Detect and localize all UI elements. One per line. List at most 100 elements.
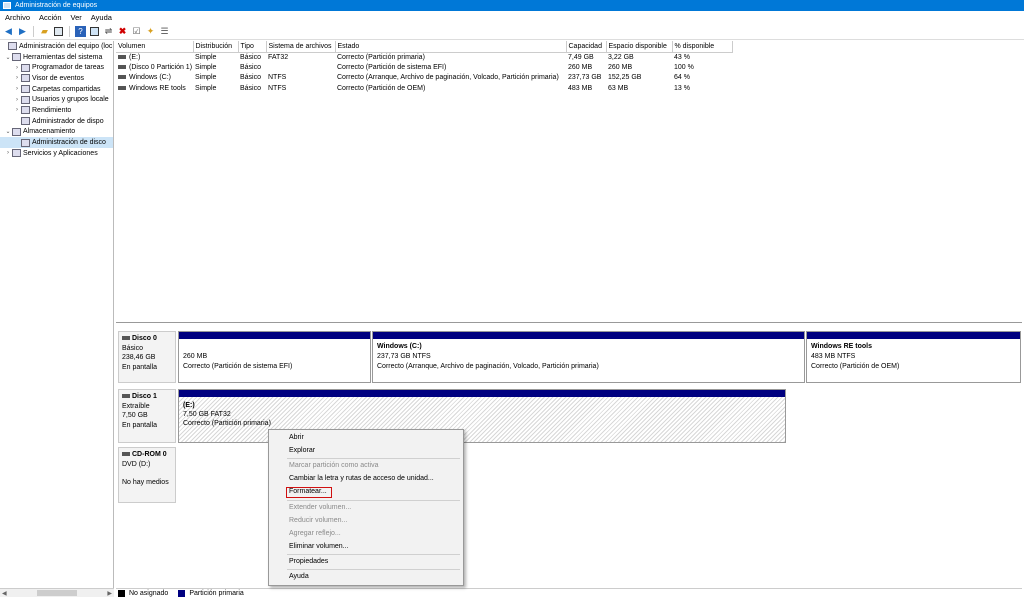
menu-item-agregar-reflejo: Agregar reflejo...: [289, 530, 341, 537]
partition-size: 237,73 GB NTFS: [377, 353, 431, 360]
primary-swatch: [178, 589, 186, 597]
volume-table: Volumen Distribución Tipo Sistema de arc…: [116, 41, 733, 93]
disk-status: En pantalla: [122, 421, 158, 429]
toolbar-separator: [69, 26, 70, 37]
menu-item-cambiar-letra[interactable]: Cambiar la letra y rutas de acceso de un…: [289, 475, 434, 482]
menu-item-eliminar[interactable]: Eliminar volumen...: [289, 543, 349, 550]
disk-1-label[interactable]: Disco 1 Extraíble 7,50 GB En pantalla: [118, 389, 176, 443]
delete-icon[interactable]: ✖: [117, 26, 128, 37]
table-cell: 260 MB: [568, 63, 593, 71]
tree-item-servicios[interactable]: › Servicios y Aplicaciones: [0, 148, 113, 159]
expand-arrow-icon[interactable]: ⌄: [4, 54, 12, 61]
table-cell: Básico: [240, 74, 262, 82]
menu-accion[interactable]: Acción: [39, 13, 62, 22]
forward-icon[interactable]: ▶: [17, 26, 28, 37]
partition-status: Correcto (Partición de sistema EFI): [183, 363, 293, 370]
partition-bar: [179, 332, 370, 339]
help-icon[interactable]: ?: [75, 26, 86, 37]
menu-separator: [287, 500, 460, 501]
partition-status: Correcto (Partición primaria): [183, 420, 271, 427]
table-cell: Correcto (Partición de OEM): [337, 84, 426, 92]
tree-item-label: Usuarios y grupos locale: [32, 96, 109, 104]
table-cell: NTFS: [268, 84, 287, 92]
menu-item-propiedades[interactable]: Propiedades: [289, 558, 328, 565]
check-icon[interactable]: ☑: [131, 26, 142, 37]
tree-item-carpetas[interactable]: › Carpetas compartidas: [0, 84, 113, 95]
partition-name: (E:): [183, 402, 195, 409]
expand-arrow-icon[interactable]: ›: [13, 75, 21, 81]
column-header[interactable]: Espacio disponible: [606, 41, 673, 53]
new-icon[interactable]: ✦: [145, 26, 156, 37]
folder-up-icon[interactable]: ▰: [39, 26, 50, 37]
menu-archivo[interactable]: Archivo: [5, 13, 30, 22]
tree-item-label: Administración del equipo (loc: [19, 42, 113, 50]
tree-item-herramientas[interactable]: ⌄ Herramientas del sistema: [0, 52, 113, 63]
expand-arrow-icon[interactable]: ›: [13, 86, 21, 92]
legend-unallocated: No asignado: [129, 589, 169, 597]
tree-item-visor[interactable]: › Visor de eventos: [0, 73, 113, 84]
column-header[interactable]: Distribución: [193, 41, 239, 53]
expand-arrow-icon[interactable]: ›: [4, 150, 12, 156]
expand-arrow-icon[interactable]: ›: [13, 97, 21, 103]
table-cell: 100 %: [674, 63, 694, 71]
scroll-thumb[interactable]: [37, 590, 77, 596]
console-tree-icon[interactable]: [53, 26, 64, 37]
partition-windows-re[interactable]: Windows RE tools 483 MB NTFS Correcto (P…: [806, 331, 1021, 383]
expand-arrow-icon[interactable]: ›: [13, 107, 21, 113]
disk-management-icon: [21, 138, 30, 147]
tree-item-usuarios[interactable]: › Usuarios y grupos locale: [0, 94, 113, 105]
table-row[interactable]: Windows RE tools Simple Básico NTFS Corr…: [116, 83, 732, 93]
table-row[interactable]: Windows (C:) Simple Básico NTFS Correcto…: [116, 73, 732, 83]
table-cell: 13 %: [674, 84, 690, 92]
tree-item-label: Carpetas compartidas: [32, 85, 101, 93]
cdrom-row: CD-ROM 0 DVD (D:) No hay medios: [116, 447, 1022, 503]
tree-item-rendimiento[interactable]: › Rendimiento: [0, 105, 113, 116]
table-row[interactable]: (E:) Simple Básico FAT32 Correcto (Parti…: [116, 52, 732, 62]
menu-item-ayuda[interactable]: Ayuda: [289, 573, 309, 580]
partition-name: Windows (C:): [377, 343, 422, 350]
table-cell: 63 MB: [608, 84, 629, 92]
disk-0-label[interactable]: Disco 0 Básico 238,46 GB En pantalla: [118, 331, 176, 383]
table-row[interactable]: (Disco 0 Partición 1) Simple Básico Corr…: [116, 62, 732, 72]
disk-size: 7,50 GB: [122, 412, 148, 419]
expand-arrow-icon[interactable]: ›: [13, 65, 21, 71]
column-header[interactable]: Estado: [335, 41, 567, 53]
menu-ayuda[interactable]: Ayuda: [91, 13, 112, 22]
column-header[interactable]: % disponible: [672, 41, 733, 53]
settings-icon[interactable]: ☰: [159, 26, 170, 37]
partition-efi[interactable]: 260 MB Correcto (Partición de sistema EF…: [178, 331, 371, 383]
tree-item-programador[interactable]: › Programador de tareas: [0, 62, 113, 73]
tree-item-administracion-discos[interactable]: Administración de disco: [0, 137, 113, 148]
cdrom-label[interactable]: CD-ROM 0 DVD (D:) No hay medios: [118, 447, 176, 503]
column-header[interactable]: Volumen: [116, 41, 194, 53]
partition-name: Windows RE tools: [811, 343, 872, 350]
tree-item-almacenamiento[interactable]: ⌄ Almacenamiento: [0, 127, 113, 138]
tree-item-root[interactable]: Administración del equipo (loc: [0, 41, 113, 52]
scroll-right-icon[interactable]: ▶: [107, 590, 112, 597]
partition-windows-c[interactable]: Windows (C:) 237,73 GB NTFS Correcto (Ar…: [372, 331, 805, 383]
toolbar-separator: [33, 26, 34, 37]
disk-size: 238,46 GB: [122, 354, 156, 361]
disk-1-row: Disco 1 Extraíble 7,50 GB En pantalla (E…: [116, 389, 1022, 443]
tree-horizontal-scrollbar[interactable]: ◀ ▶: [0, 588, 114, 597]
menu-ver[interactable]: Ver: [71, 13, 82, 22]
tree-item-dispositivos[interactable]: Administrador de dispo: [0, 116, 113, 127]
properties-view-icon[interactable]: [89, 26, 100, 37]
menu-item-abrir[interactable]: Abrir: [289, 434, 304, 441]
table-cell: Básico: [240, 84, 262, 92]
connect-icon[interactable]: ⇌: [103, 26, 114, 37]
partition-bar: [807, 332, 1020, 339]
expand-arrow-icon[interactable]: ⌄: [4, 128, 12, 135]
table-cell: Básico: [240, 53, 262, 61]
tools-icon: [12, 53, 21, 62]
table-cell: NTFS: [268, 74, 287, 82]
tree-item-label: Rendimiento: [32, 106, 72, 114]
column-header[interactable]: Tipo: [238, 41, 267, 53]
menu-item-explorar[interactable]: Explorar: [289, 447, 315, 454]
back-icon[interactable]: ◀: [3, 26, 14, 37]
column-header[interactable]: Capacidad: [566, 41, 607, 53]
scroll-left-icon[interactable]: ◀: [2, 590, 7, 597]
context-menu: Abrir Explorar Marcar partición como act…: [268, 429, 464, 586]
disk-name: Disco 0: [132, 335, 157, 342]
column-header[interactable]: Sistema de archivos: [266, 41, 336, 53]
